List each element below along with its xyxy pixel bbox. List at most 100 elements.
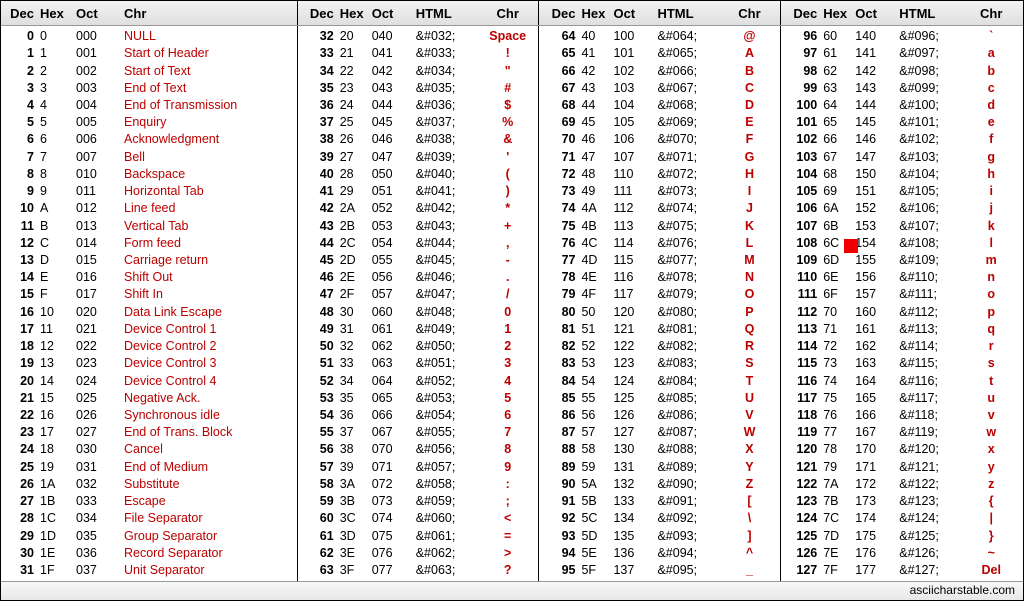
cell-oct: 054: [370, 235, 414, 252]
cell-oct: 037: [74, 562, 118, 579]
cell-oct: 057: [370, 286, 414, 303]
cell-chr: y: [965, 459, 1017, 476]
cell-chr: t: [965, 373, 1017, 390]
cell-hex: 58: [579, 441, 611, 458]
table-row: 2519031End of Medium: [1, 458, 297, 475]
cell-hex: 40: [579, 28, 611, 45]
cell-hex: 23: [338, 80, 370, 97]
cell-dec: 81: [539, 321, 579, 338]
cell-oct: 113: [611, 218, 655, 235]
col-oct: Oct: [74, 6, 118, 21]
cell-oct: 171: [853, 459, 897, 476]
cell-chr: l: [965, 235, 1017, 252]
cell-chr: Cancel: [118, 441, 297, 458]
table-row: 11573163&#115;s: [781, 355, 1023, 372]
cell-html: &#083;: [655, 355, 723, 372]
table-row: 311F037Unit Separator: [1, 562, 297, 579]
cell-html: &#086;: [655, 407, 723, 424]
cell-hex: 1C: [38, 510, 74, 527]
cell-dec: 74: [539, 200, 579, 217]
cell-hex: E: [38, 269, 74, 286]
cell-html: &#125;: [897, 528, 965, 545]
cell-oct: 034: [74, 510, 118, 527]
cell-hex: 7E: [821, 545, 853, 562]
cell-oct: 021: [74, 321, 118, 338]
table-row: 1066A152&#106;j: [781, 200, 1023, 217]
cell-html: &#061;: [414, 528, 482, 545]
table-row: 14E016Shift Out: [1, 269, 297, 286]
cell-html: &#087;: [655, 424, 723, 441]
cell-chr: 3: [482, 355, 534, 372]
cell-oct: 137: [611, 562, 655, 579]
header-pane-2: Dec Hex Oct HTML Chr: [298, 1, 540, 25]
cell-chr: Line feed: [118, 200, 297, 217]
cell-oct: 022: [74, 338, 118, 355]
cell-hex: 70: [821, 304, 853, 321]
cell-dec: 87: [539, 424, 579, 441]
cell-dec: 125: [781, 528, 821, 545]
cell-oct: 071: [370, 459, 414, 476]
cell-dec: 96: [781, 28, 821, 45]
cell-oct: 110: [611, 166, 655, 183]
table-row: 8353123&#083;S: [539, 355, 780, 372]
cell-chr: Start of Text: [118, 63, 297, 80]
cell-oct: 175: [853, 528, 897, 545]
cell-oct: 154: [853, 235, 897, 252]
cell-chr: K: [723, 218, 775, 235]
cell-oct: 070: [370, 441, 414, 458]
cell-html: &#089;: [655, 459, 723, 476]
cell-oct: 073: [370, 493, 414, 510]
cell-oct: 167: [853, 424, 897, 441]
table-row: 432B053&#043;+: [298, 217, 539, 234]
cell-html: &#094;: [655, 545, 723, 562]
table-row: 8252122&#082;R: [539, 338, 780, 355]
table-row: 3624044&#036;$: [298, 97, 539, 114]
table-row: 633F077&#063;?: [298, 562, 539, 579]
header-pane-1: Dec Hex Oct Chr: [1, 1, 298, 25]
cell-dec: 114: [781, 338, 821, 355]
cell-chr: a: [965, 45, 1017, 62]
cell-hex: 2D: [338, 252, 370, 269]
table-row: 1711021Device Control 1: [1, 321, 297, 338]
table-row: 462E056&#046;.: [298, 269, 539, 286]
cell-chr: @: [723, 28, 775, 45]
cell-hex: 27: [338, 149, 370, 166]
col-html: HTML: [414, 6, 482, 21]
cell-html: &#082;: [655, 338, 723, 355]
cell-dec: 17: [1, 321, 38, 338]
cell-dec: 4: [1, 97, 38, 114]
cell-dec: 62: [298, 545, 338, 562]
cell-chr: +: [482, 218, 534, 235]
cell-dec: 55: [298, 424, 338, 441]
cell-chr: M: [723, 252, 775, 269]
cell-dec: 103: [781, 149, 821, 166]
table-row: 00000NULL: [1, 28, 297, 45]
cell-oct: 152: [853, 200, 897, 217]
cell-oct: 120: [611, 304, 655, 321]
cell-html: &#047;: [414, 286, 482, 303]
cell-hex: 54: [579, 373, 611, 390]
table-header: Dec Hex Oct Chr Dec Hex Oct HTML Chr Dec…: [1, 1, 1023, 26]
table-row: 603C074&#060;<: [298, 510, 539, 527]
cell-dec: 32: [298, 28, 338, 45]
cell-hex: 66: [821, 131, 853, 148]
cell-dec: 122: [781, 476, 821, 493]
table-row: 2216026Synchronous idle: [1, 407, 297, 424]
table-row: 9963143&#099;c: [781, 80, 1023, 97]
table-row: 44004End of Transmission: [1, 97, 297, 114]
cell-oct: 051: [370, 183, 414, 200]
cell-html: &#059;: [414, 493, 482, 510]
cell-chr: O: [723, 286, 775, 303]
cell-oct: 055: [370, 252, 414, 269]
cell-hex: 22: [338, 63, 370, 80]
cell-oct: 147: [853, 149, 897, 166]
cell-dec: 42: [298, 200, 338, 217]
cell-dec: 102: [781, 131, 821, 148]
cell-dec: 9: [1, 183, 38, 200]
cell-hex: 7C: [821, 510, 853, 527]
table-row: 794F117&#079;O: [539, 286, 780, 303]
cell-hex: 2E: [338, 269, 370, 286]
cell-dec: 95: [539, 562, 579, 579]
cell-html: &#058;: [414, 476, 482, 493]
cell-oct: 143: [853, 80, 897, 97]
